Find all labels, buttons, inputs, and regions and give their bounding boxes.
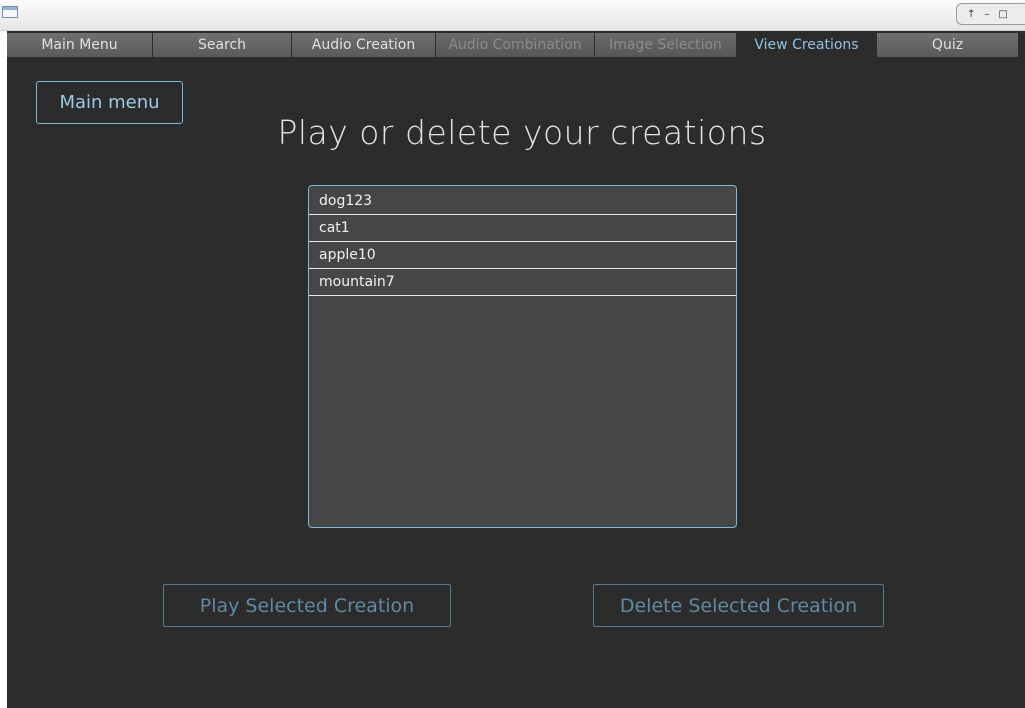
main-menu-button[interactable]: Main menu — [36, 81, 183, 124]
list-item[interactable]: apple10 — [309, 242, 736, 269]
app-window-icon — [2, 6, 18, 18]
creations-list[interactable]: dog123 cat1 apple10 mountain7 — [308, 185, 737, 528]
tab-audio-creation[interactable]: Audio Creation — [292, 33, 435, 57]
minimize-icon[interactable]: – — [984, 9, 989, 20]
tab-bar: Main Menu Search Audio Creation Audio Co… — [7, 33, 1025, 57]
tab-main-menu[interactable]: Main Menu — [7, 33, 152, 57]
tab-audio-combination: Audio Combination — [436, 33, 594, 57]
restore-up-icon[interactable]: ↑ — [967, 9, 975, 20]
window-controls: ↑ – □ — [956, 3, 1025, 25]
tab-quiz[interactable]: Quiz — [877, 33, 1018, 57]
list-item[interactable]: dog123 — [309, 188, 736, 215]
maximize-icon[interactable]: □ — [998, 9, 1007, 20]
app-content: Main Menu Search Audio Creation Audio Co… — [7, 31, 1025, 708]
play-selected-creation-button[interactable]: Play Selected Creation — [163, 584, 451, 627]
tab-search[interactable]: Search — [153, 33, 291, 57]
page-title: Play or delete your creations — [277, 113, 767, 152]
delete-selected-creation-button[interactable]: Delete Selected Creation — [593, 584, 884, 627]
tab-image-selection: Image Selection — [595, 33, 736, 57]
window-titlebar: ↑ – □ — [0, 0, 1025, 31]
list-item[interactable]: cat1 — [309, 215, 736, 242]
tab-view-creations[interactable]: View Creations — [737, 33, 876, 57]
list-item[interactable]: mountain7 — [309, 269, 736, 296]
